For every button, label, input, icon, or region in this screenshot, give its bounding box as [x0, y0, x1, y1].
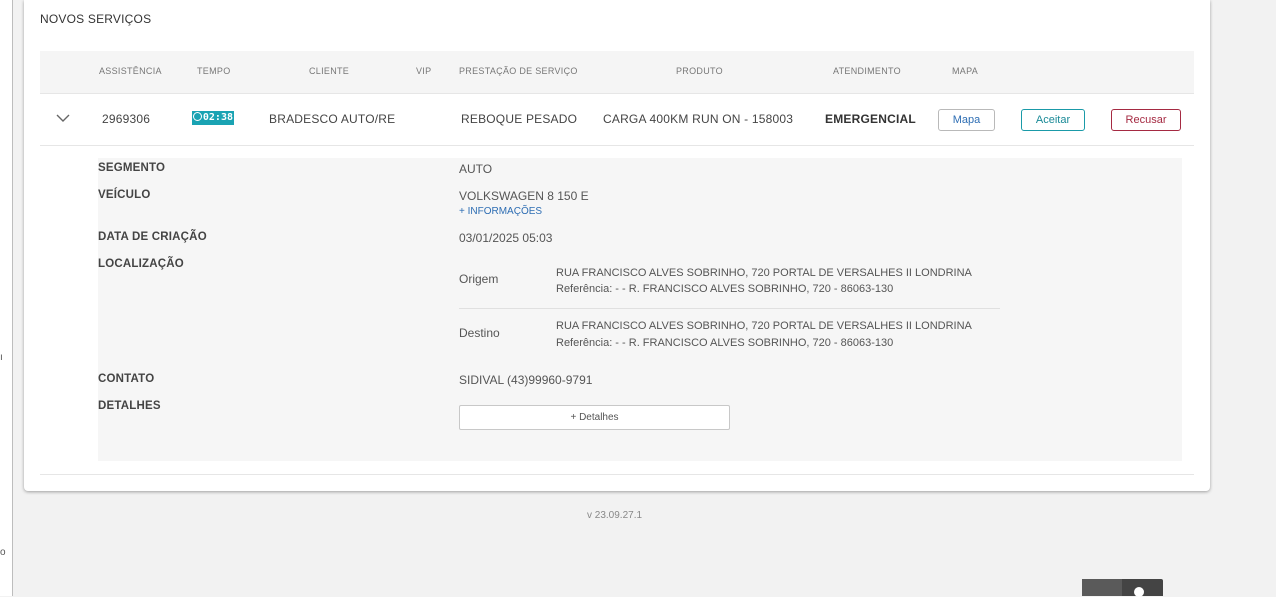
- contato-label: CONTATO: [98, 373, 155, 385]
- chevron-down-icon[interactable]: [56, 111, 70, 125]
- localizacao-label: LOCALIZAÇÃO: [98, 258, 184, 270]
- timer-value: 02:38: [202, 112, 233, 123]
- header-cliente: CLIENTE: [309, 66, 350, 76]
- header-atendimento: ATENDIMENTO: [833, 66, 901, 76]
- left-panel-edge: ı o: [0, 0, 13, 596]
- data-criacao-value: 03/01/2025 05:03: [459, 231, 553, 245]
- stopwatch-icon: [193, 112, 202, 121]
- floating-widget[interactable]: [1082, 579, 1163, 597]
- header-tempo: TEMPO: [197, 66, 231, 76]
- destino-reference: Referência: - - R. FRANCISCO ALVES SOBRI…: [556, 337, 894, 349]
- segmento-value: AUTO: [459, 162, 493, 176]
- left-panel-fragment: o: [0, 547, 6, 558]
- header-vip: VIP: [416, 66, 432, 76]
- table-row[interactable]: 2969306 02:38 BRADESCO AUTO/RE REBOQUE P…: [40, 94, 1194, 146]
- map-button[interactable]: Mapa: [938, 109, 995, 131]
- card-title: NOVOS SERVIÇOS: [40, 12, 152, 26]
- cliente-name: BRADESCO AUTO/RE: [269, 112, 396, 126]
- data-criacao-label: DATA DE CRIAÇÃO: [98, 231, 207, 243]
- header-assistencia: ASSISTÊNCIA: [99, 66, 162, 76]
- origem-reference: Referência: - - R. FRANCISCO ALVES SOBRI…: [556, 283, 894, 295]
- contato-value: SIDIVAL (43)99960-9791: [459, 373, 593, 387]
- widget-left-segment[interactable]: [1082, 579, 1122, 596]
- header-prestacao: PRESTAÇÃO DE SERVIÇO: [459, 66, 578, 76]
- header-produto: PRODUTO: [676, 66, 723, 76]
- refuse-button[interactable]: Recusar: [1111, 109, 1181, 131]
- atendimento-value: EMERGENCIAL: [825, 112, 916, 126]
- assistencia-number: 2969306: [102, 112, 151, 126]
- service-details-panel: SEGMENTO AUTO VEÍCULO VOLKSWAGEN 8 150 E…: [98, 158, 1182, 461]
- details-button[interactable]: + Detalhes: [459, 405, 730, 430]
- header-mapa: MAPA: [952, 66, 979, 76]
- destino-label: Destino: [459, 326, 500, 340]
- detalhes-label: DETALHES: [98, 400, 161, 412]
- origem-address: RUA FRANCISCO ALVES SOBRINHO, 720 PORTAL…: [556, 267, 972, 279]
- card-divider: [40, 474, 1194, 475]
- veiculo-value: VOLKSWAGEN 8 150 E: [459, 189, 589, 203]
- origem-label: Origem: [459, 272, 499, 286]
- new-services-card: NOVOS SERVIÇOS ASSISTÊNCIA TEMPO CLIENTE…: [24, 0, 1210, 491]
- veiculo-label: VEÍCULO: [98, 189, 151, 201]
- prestacao-value: REBOQUE PESADO: [461, 112, 578, 126]
- segmento-label: SEGMENTO: [98, 162, 166, 174]
- table-header: ASSISTÊNCIA TEMPO CLIENTE VIP PRESTAÇÃO …: [40, 51, 1194, 94]
- timer-badge: 02:38: [192, 111, 234, 125]
- more-info-link[interactable]: + INFORMAÇÕES: [459, 206, 542, 217]
- location-divider: [459, 308, 1000, 309]
- destino-address: RUA FRANCISCO ALVES SOBRINHO, 720 PORTAL…: [556, 320, 972, 332]
- version-label: v 23.09.27.1: [587, 510, 643, 521]
- produto-value: CARGA 400KM RUN ON - 158003: [603, 112, 794, 126]
- accept-button[interactable]: Aceitar: [1021, 109, 1085, 131]
- left-panel-fragment: ı: [0, 352, 3, 363]
